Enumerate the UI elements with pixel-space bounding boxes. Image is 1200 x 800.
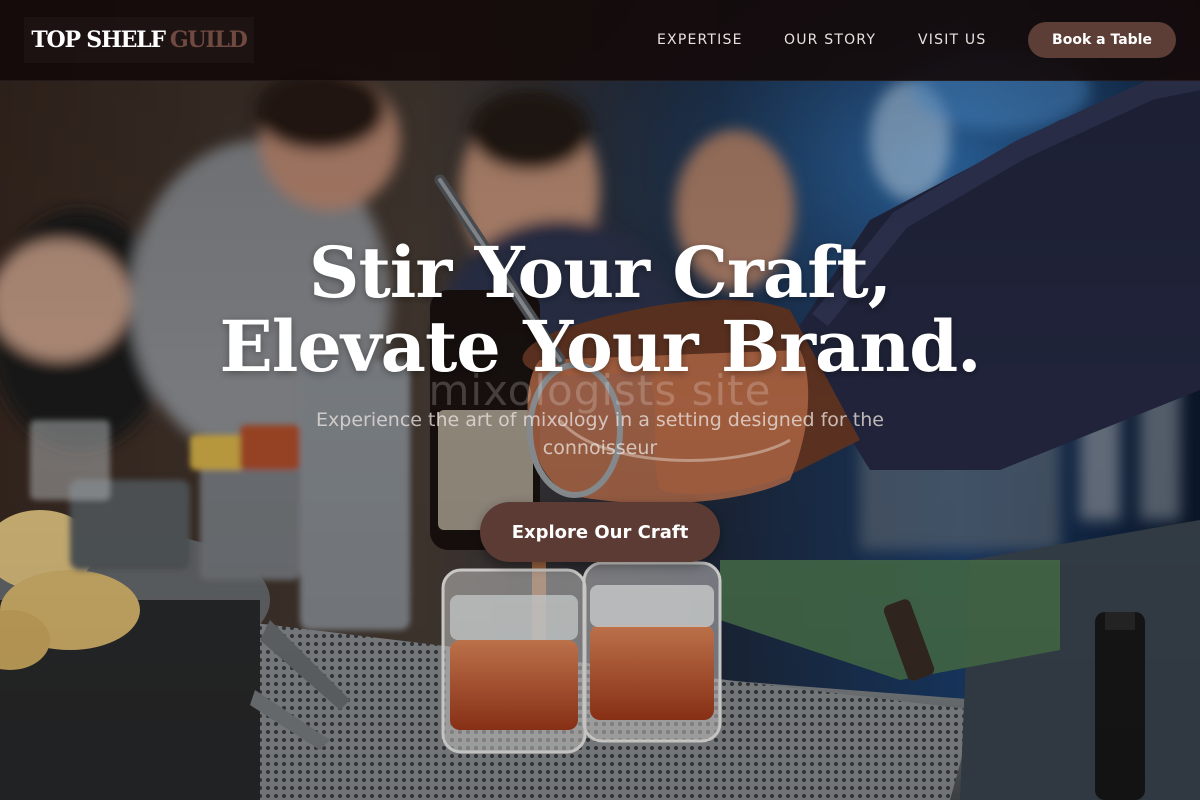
book-table-button[interactable]: Book a Table	[1028, 22, 1176, 58]
explore-craft-button[interactable]: Explore Our Craft	[480, 502, 720, 562]
logo-text-primary: TOP SHELF	[31, 27, 166, 53]
logo-text-secondary: GUILD	[169, 27, 248, 53]
nav-item-visit-us[interactable]: VISIT US	[918, 32, 986, 48]
site-header: TOP SHELF GUILD EXPERTISE OUR STORY VISI…	[0, 0, 1200, 81]
hero-subtitle: Experience the art of mixology in a sett…	[316, 409, 884, 459]
nav-item-our-story[interactable]: OUR STORY	[784, 32, 876, 48]
nav-item-expertise[interactable]: EXPERTISE	[657, 32, 743, 48]
site-logo[interactable]: TOP SHELF GUILD	[24, 17, 254, 63]
hero-section: TOP SHELF GUILD EXPERTISE OUR STORY VISI…	[0, 0, 1200, 800]
hero-headline: Stir Your Craft, Elevate Your Brand.	[0, 236, 1200, 384]
hero-headline-line1: Stir Your Craft,	[308, 231, 892, 314]
hero-headline-line2: Elevate Your Brand.	[219, 305, 981, 388]
